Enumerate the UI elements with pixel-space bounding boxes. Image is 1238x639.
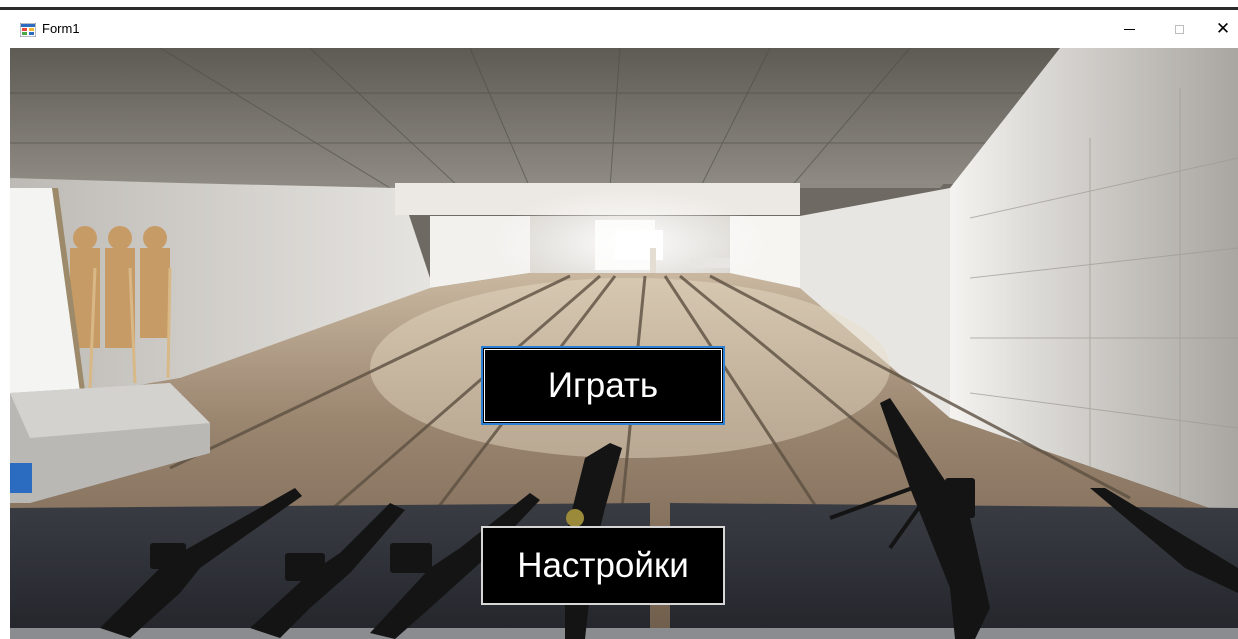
maximize-icon [1174, 24, 1184, 34]
app-window: Form1 ✕ Играть Настройки [0, 0, 1238, 639]
maximize-button[interactable] [1156, 10, 1202, 48]
title-bar[interactable]: Form1 ✕ [0, 10, 1238, 48]
close-icon: ✕ [1215, 18, 1231, 39]
play-button[interactable]: Играть [481, 346, 725, 425]
minimize-button[interactable] [1106, 10, 1152, 48]
close-button[interactable]: ✕ [1208, 10, 1238, 48]
form-app-icon [19, 22, 37, 38]
settings-button[interactable]: Настройки [481, 526, 725, 605]
form-client-area: Играть Настройки [10, 48, 1238, 639]
window-title: Form1 [42, 21, 80, 36]
minimize-icon [1123, 28, 1135, 30]
